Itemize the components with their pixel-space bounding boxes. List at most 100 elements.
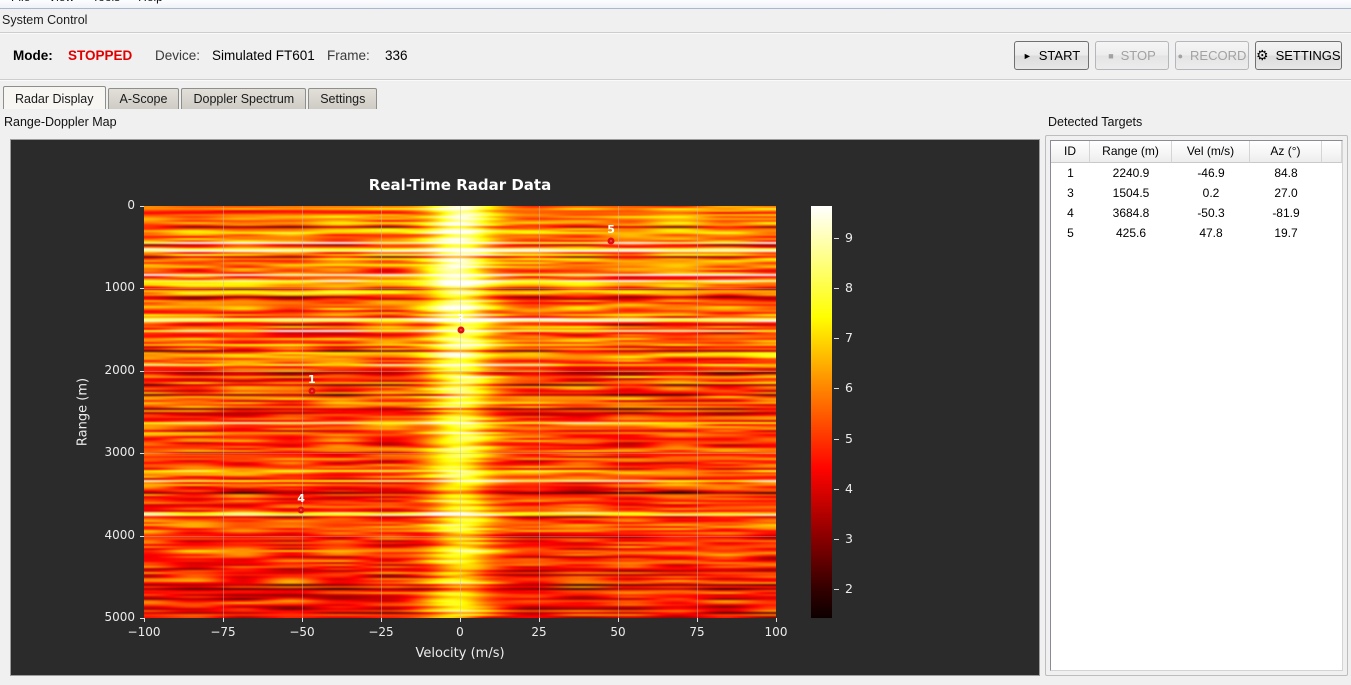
column-header-az[interactable]: Az (°) — [1250, 141, 1322, 163]
stop-button[interactable]: ■ STOP — [1095, 41, 1169, 70]
colorbar-tick-mark — [834, 488, 839, 490]
table-cell — [1322, 183, 1342, 203]
x-tick-mark — [381, 618, 382, 622]
x-tick-label: 0 — [456, 625, 464, 639]
table-cell: 27.0 — [1274, 186, 1298, 200]
control-buttons: ► START ■ STOP ● RECORD ⚙ SETTINGS — [1014, 41, 1342, 70]
y-axis-label: Range (m) — [75, 377, 91, 447]
colorbar-tick-mark — [834, 238, 839, 240]
record-button-label: RECORD — [1190, 48, 1247, 63]
table-cell: 3 — [1067, 186, 1074, 200]
x-tick-mark — [618, 618, 619, 622]
detected-targets-table[interactable]: ID Range (m) Vel (m/s) Az (°) 1 2240.9 -46.9 8… — [1050, 140, 1343, 671]
table-cell: 1 — [1067, 166, 1074, 180]
x-tick-mark — [697, 618, 698, 622]
start-icon: ► — [1022, 50, 1032, 61]
stop-icon: ■ — [1108, 50, 1114, 61]
menu-items: FileViewToolsHelp — [2, 0, 172, 7]
x-axis-label: Velocity (m/s) — [415, 646, 505, 661]
group-border-bottom — [0, 79, 1351, 80]
x-tick-label: 25 — [531, 625, 547, 639]
table-cell: 47.8 — [1199, 226, 1223, 240]
device-value: Simulated FT601 — [212, 48, 315, 63]
colorbar — [811, 206, 832, 618]
colorbar-tick-mark — [834, 588, 839, 590]
table-cell: 84.8 — [1274, 166, 1298, 180]
tab-a-scope[interactable]: A-Scope — [107, 88, 180, 109]
menu-help[interactable]: Help — [129, 0, 172, 7]
stop-button-label: STOP — [1120, 48, 1156, 63]
colorbar-tick-mark — [834, 538, 839, 540]
table-cell: 1504.5 — [1112, 186, 1150, 200]
settings-icon: ⚙ — [1256, 47, 1269, 63]
x-tick-mark — [539, 618, 540, 622]
table-cell — [1322, 223, 1342, 243]
table-header-row: ID Range (m) Vel (m/s) Az (°) — [1051, 141, 1342, 163]
tab-bar: Radar Display A-Scope Doppler Spectrum Sett… — [3, 86, 379, 109]
menu-bar: FileViewToolsHelp — [0, 0, 1351, 9]
tab-settings[interactable]: Settings — [308, 88, 378, 109]
x-tick-label: −50 — [289, 625, 315, 639]
table-row[interactable]: 3 1504.5 0.2 27.0 — [1051, 183, 1342, 203]
tab-doppler-spectrum[interactable]: Doppler Spectrum — [181, 88, 307, 109]
column-header-range[interactable]: Range (m) — [1090, 141, 1172, 163]
table-cell: 3684.8 — [1112, 206, 1150, 220]
colorbar-tick-label: 2 — [845, 580, 853, 596]
colorbar-tick-label: 6 — [845, 380, 853, 396]
colorbar-tick-label: 9 — [845, 230, 853, 246]
y-tick-mark — [140, 618, 144, 619]
table-cell: -81.9 — [1272, 206, 1300, 220]
table-cell: 0.2 — [1202, 186, 1220, 200]
column-header-vel[interactable]: Vel (m/s) — [1172, 141, 1250, 163]
table-body: 1 2240.9 -46.9 84.8 3 1504.5 0.2 27.0 4 3684.8 -50… — [1051, 163, 1342, 243]
colorbar-tick-label: 7 — [845, 330, 853, 346]
settings-button[interactable]: ⚙ SETTINGS — [1255, 41, 1342, 70]
table-cell: 4 — [1067, 206, 1074, 220]
x-tick-label: 75 — [689, 625, 705, 639]
y-tick-mark — [140, 535, 144, 537]
column-header-id[interactable]: ID — [1051, 141, 1090, 163]
range-doppler-chart-panel: Real-Time Radar Data 1345 Velocity (m/s)… — [10, 139, 1040, 676]
mode-value: STOPPED — [68, 48, 133, 63]
start-button[interactable]: ► START — [1014, 41, 1089, 70]
tab-radar-display[interactable]: Radar Display — [3, 86, 106, 109]
x-tick-mark — [223, 618, 224, 622]
range-doppler-map-label: Range-Doppler Map — [4, 115, 117, 129]
y-tick-label: 0 — [127, 198, 135, 212]
colorbar-tick-label: 8 — [845, 280, 853, 296]
frame-value: 336 — [385, 48, 408, 63]
table-cell — [1322, 163, 1342, 183]
x-tick-label: 100 — [764, 625, 788, 639]
y-tick-label: 4000 — [104, 527, 135, 542]
colorbar-tick-label: 4 — [845, 480, 853, 496]
settings-button-label: SETTINGS — [1275, 48, 1341, 63]
detected-targets-group: ID Range (m) Vel (m/s) Az (°) 1 2240.9 -46.9 8… — [1045, 135, 1348, 676]
x-tick-label: −100 — [127, 625, 161, 639]
record-button[interactable]: ● RECORD — [1175, 41, 1249, 70]
table-cell: -46.9 — [1197, 166, 1225, 180]
colorbar-tick-mark — [834, 438, 839, 440]
chart-title: Real-Time Radar Data — [368, 176, 552, 194]
menu-file[interactable]: File — [2, 0, 39, 7]
frame-label: Frame: — [327, 48, 370, 63]
x-tick-label: −25 — [368, 625, 394, 639]
menu-view[interactable]: View — [39, 0, 83, 7]
menu-tools[interactable]: Tools — [83, 0, 129, 7]
colorbar-tick-mark — [834, 288, 839, 290]
y-tick-label: 3000 — [104, 445, 135, 460]
y-tick-mark — [140, 370, 144, 372]
table-cell: 2240.9 — [1112, 166, 1150, 180]
group-border-top — [0, 32, 1351, 33]
colorbar-tick-label: 3 — [845, 530, 853, 546]
colorbar-tick-mark — [834, 388, 839, 390]
x-tick-label: −75 — [210, 625, 236, 639]
table-cell — [1322, 203, 1342, 223]
table-cell: 5 — [1067, 226, 1074, 240]
system-control-group-title: System Control — [2, 13, 88, 27]
x-tick-mark — [776, 618, 777, 622]
y-tick-label: 5000 — [104, 610, 135, 624]
table-row[interactable]: 1 2240.9 -46.9 84.8 — [1051, 163, 1342, 183]
table-row[interactable]: 4 3684.8 -50.3 -81.9 — [1051, 203, 1342, 223]
table-row[interactable]: 5 425.6 47.8 19.7 — [1051, 223, 1342, 243]
range-doppler-heatmap — [144, 206, 776, 618]
